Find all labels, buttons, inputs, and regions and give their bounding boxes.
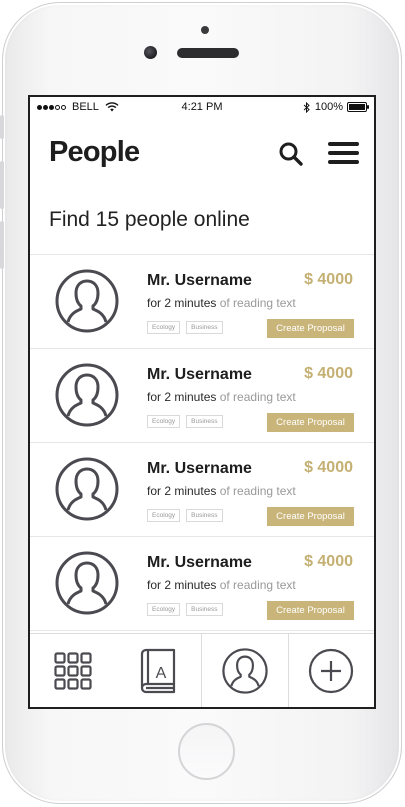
person-description: for 2 minutes of reading text bbox=[147, 296, 296, 310]
status-bar: BELL 4:21 PM 100% bbox=[30, 97, 374, 119]
volume-down-button bbox=[0, 221, 4, 269]
book-icon: A bbox=[141, 648, 176, 693]
battery-icon bbox=[347, 102, 369, 112]
tag-list: Ecology Business bbox=[147, 509, 223, 522]
list-item[interactable]: Mr. Username $ 4000 for 2 minutes of rea… bbox=[30, 349, 374, 443]
person-name: Mr. Username bbox=[147, 366, 252, 383]
volume-up-button bbox=[0, 161, 4, 209]
battery-percent: 100% bbox=[314, 101, 343, 113]
front-camera bbox=[144, 46, 157, 59]
nav-add[interactable] bbox=[289, 634, 375, 707]
nav-profile[interactable] bbox=[202, 634, 289, 707]
people-list: Mr. Username $ 4000 for 2 minutes of rea… bbox=[30, 255, 374, 631]
nav-book[interactable]: A bbox=[116, 634, 202, 707]
tag-list: Ecology Business bbox=[147, 321, 223, 334]
search-icon bbox=[279, 142, 303, 166]
tag-ecology[interactable]: Ecology bbox=[147, 321, 181, 334]
tag-business[interactable]: Business bbox=[186, 603, 223, 616]
tag-business[interactable]: Business bbox=[186, 415, 223, 428]
status-right: 100% bbox=[303, 101, 369, 113]
list-item[interactable]: Mr. Username $ 4000 for 2 minutes of rea… bbox=[30, 255, 374, 349]
user-avatar-icon bbox=[55, 551, 119, 615]
user-avatar-icon bbox=[55, 363, 119, 427]
mute-switch bbox=[0, 115, 4, 139]
add-icon bbox=[309, 648, 354, 693]
proximity-sensor bbox=[201, 26, 209, 34]
online-count-headline: Find 15 people online bbox=[49, 208, 250, 231]
grid-icon bbox=[54, 651, 92, 690]
tag-list: Ecology Business bbox=[147, 603, 223, 616]
create-proposal-button[interactable]: Create Proposal bbox=[267, 601, 354, 620]
earpiece-speaker bbox=[177, 48, 239, 58]
person-name: Mr. Username bbox=[147, 554, 252, 571]
person-description: for 2 minutes of reading text bbox=[147, 578, 296, 592]
search-button[interactable] bbox=[278, 141, 304, 167]
list-item[interactable]: Mr. Username $ 4000 for 2 minutes of rea… bbox=[30, 443, 374, 537]
tag-list: Ecology Business bbox=[147, 415, 223, 428]
person-description: for 2 minutes of reading text bbox=[147, 484, 296, 498]
bottom-nav: A bbox=[30, 633, 374, 707]
person-price: $ 4000 bbox=[304, 553, 353, 570]
user-avatar-icon bbox=[55, 269, 119, 333]
tag-business[interactable]: Business bbox=[186, 509, 223, 522]
tag-ecology[interactable]: Ecology bbox=[147, 509, 181, 522]
nav-grid[interactable] bbox=[30, 634, 116, 707]
list-item[interactable]: Mr. Username $ 4000 for 2 minutes of rea… bbox=[30, 537, 374, 631]
book-letter: A bbox=[156, 665, 167, 682]
person-name: Mr. Username bbox=[147, 272, 252, 289]
menu-button[interactable] bbox=[328, 142, 360, 166]
create-proposal-button[interactable]: Create Proposal bbox=[267, 319, 354, 338]
user-avatar-icon bbox=[55, 457, 119, 521]
create-proposal-button[interactable]: Create Proposal bbox=[267, 413, 354, 432]
create-proposal-button[interactable]: Create Proposal bbox=[267, 507, 354, 526]
app-screen: BELL 4:21 PM 100% People Find 15 people … bbox=[28, 95, 376, 709]
person-price: $ 4000 bbox=[304, 365, 353, 382]
person-price: $ 4000 bbox=[304, 271, 353, 288]
person-name: Mr. Username bbox=[147, 460, 252, 477]
home-button[interactable] bbox=[178, 723, 235, 780]
battery-level bbox=[349, 104, 365, 110]
tag-ecology[interactable]: Ecology bbox=[147, 415, 181, 428]
person-price: $ 4000 bbox=[304, 459, 353, 476]
profile-icon bbox=[222, 647, 268, 694]
tag-ecology[interactable]: Ecology bbox=[147, 603, 181, 616]
page-title: People bbox=[49, 136, 140, 168]
hamburger-menu-icon bbox=[328, 142, 360, 164]
person-description: for 2 minutes of reading text bbox=[147, 390, 296, 404]
bluetooth-icon bbox=[303, 101, 310, 113]
tag-business[interactable]: Business bbox=[186, 321, 223, 334]
app-header: People bbox=[30, 119, 374, 179]
